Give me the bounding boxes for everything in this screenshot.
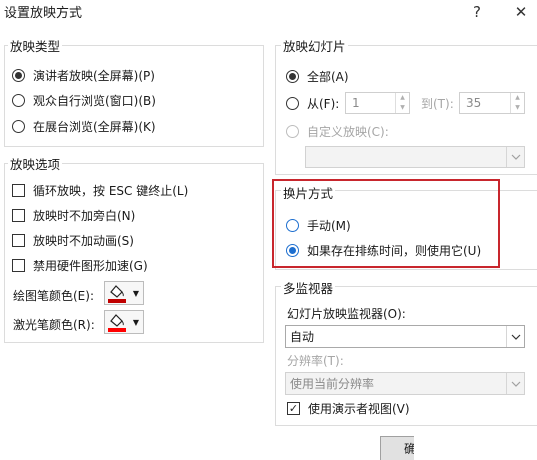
radio-from-label: 从(F):: [307, 97, 340, 111]
checkbox-presenter-view-label: 使用演示者视图(V): [308, 402, 410, 416]
checkbox-no-animation[interactable]: 放映时不加动画(S): [12, 232, 134, 249]
radio-presenter[interactable]: 演讲者放映(全屏幕)(P): [12, 67, 155, 84]
from-slide-spinner[interactable]: 1 ▲ ▼: [345, 92, 410, 114]
checkbox-no-narration-label: 放映时不加旁白(N): [33, 209, 136, 223]
paint-bucket-icon: [105, 282, 129, 304]
arrow-up-icon[interactable]: ▲: [511, 93, 524, 103]
chevron-down-icon: [506, 147, 524, 167]
radio-from-slides[interactable]: 从(F):: [286, 95, 339, 112]
custom-show-dropdown[interactable]: [305, 146, 525, 168]
checkbox-disable-hw-accel[interactable]: 禁用硬件图形加速(G): [12, 257, 148, 274]
radio-kiosk[interactable]: 在展台浏览(全屏幕)(K): [12, 118, 156, 135]
checkbox-loop-label: 循环放映，按 ESC 键终止(L): [33, 184, 189, 198]
checkbox-disable-hw-accel-label: 禁用硬件图形加速(G): [33, 259, 148, 273]
radio-audience[interactable]: 观众自行浏览(窗口)(B): [12, 92, 156, 109]
radio-custom-show-label: 自定义放映(C):: [307, 125, 389, 139]
radio-button-icon[interactable]: [12, 69, 25, 82]
monitor-dropdown[interactable]: 自动: [285, 325, 525, 348]
chevron-down-icon: [506, 326, 524, 347]
radio-kiosk-label: 在展台浏览(全屏幕)(K): [33, 120, 156, 134]
radio-button-icon[interactable]: [286, 70, 299, 83]
slides-legend: 放映幻灯片: [281, 36, 348, 55]
chevron-down-icon: [506, 373, 524, 394]
checkbox-icon[interactable]: [12, 184, 25, 197]
show-options-legend: 放映选项: [8, 154, 63, 173]
radio-all-slides[interactable]: 全部(A): [286, 68, 349, 85]
radio-button-icon[interactable]: [12, 94, 25, 107]
radio-all-slides-label: 全部(A): [307, 70, 349, 84]
window-title: 设置放映方式: [4, 6, 83, 21]
checkbox-no-animation-label: 放映时不加动画(S): [33, 234, 134, 248]
from-slide-value: 1: [352, 96, 360, 110]
highlight-box: [272, 179, 500, 268]
arrow-down-icon[interactable]: ▼: [511, 103, 524, 113]
pen-color-label: 绘图笔颜色(E):: [13, 289, 94, 303]
arrow-down-icon[interactable]: ▼: [396, 103, 409, 113]
close-button[interactable]: ✕: [506, 0, 536, 24]
monitors-legend: 多监视器: [281, 278, 336, 297]
crop-edge: [414, 434, 537, 460]
resolution-value: 使用当前分辨率: [290, 377, 375, 391]
chevron-down-icon: ▼: [132, 288, 140, 298]
resolution-dropdown[interactable]: 使用当前分辨率: [285, 372, 525, 395]
radio-custom-show[interactable]: 自定义放映(C):: [286, 123, 389, 140]
checkbox-icon[interactable]: [12, 259, 25, 272]
laser-color-swatch: [108, 328, 126, 332]
radio-button-icon[interactable]: [12, 120, 25, 133]
pen-color-button[interactable]: ▼: [104, 281, 144, 305]
monitor-label: 幻灯片放映监视器(O):: [287, 307, 406, 321]
to-slide-spinner[interactable]: 35 ▲ ▼: [459, 92, 525, 114]
spinner-arrows[interactable]: ▲ ▼: [510, 93, 524, 113]
arrow-up-icon[interactable]: ▲: [396, 93, 409, 103]
paint-bucket-icon: [105, 311, 129, 333]
checkbox-presenter-view[interactable]: ✓ 使用演示者视图(V): [287, 400, 410, 417]
show-type-legend: 放映类型: [8, 36, 63, 55]
to-label: 到(T):: [421, 97, 454, 111]
checkbox-icon[interactable]: [12, 234, 25, 247]
checkbox-icon[interactable]: [12, 209, 25, 222]
help-button[interactable]: ?: [462, 0, 492, 24]
radio-button-icon[interactable]: [286, 125, 299, 138]
laser-color-label: 激光笔颜色(R):: [13, 318, 95, 332]
checkbox-loop[interactable]: 循环放映，按 ESC 键终止(L): [12, 182, 188, 199]
checkmark-icon[interactable]: ✓: [287, 402, 300, 415]
checkbox-no-narration[interactable]: 放映时不加旁白(N): [12, 207, 135, 224]
to-slide-value: 35: [466, 96, 482, 110]
radio-button-icon[interactable]: [286, 97, 299, 110]
radio-audience-label: 观众自行浏览(窗口)(B): [33, 94, 156, 108]
radio-presenter-label: 演讲者放映(全屏幕)(P): [33, 69, 155, 83]
chevron-down-icon: ▼: [132, 317, 140, 327]
pen-color-swatch: [108, 299, 126, 303]
monitor-value: 自动: [290, 330, 315, 344]
resolution-label: 分辨率(T):: [287, 354, 344, 368]
spinner-arrows[interactable]: ▲ ▼: [395, 93, 409, 113]
laser-color-button[interactable]: ▼: [104, 310, 144, 334]
